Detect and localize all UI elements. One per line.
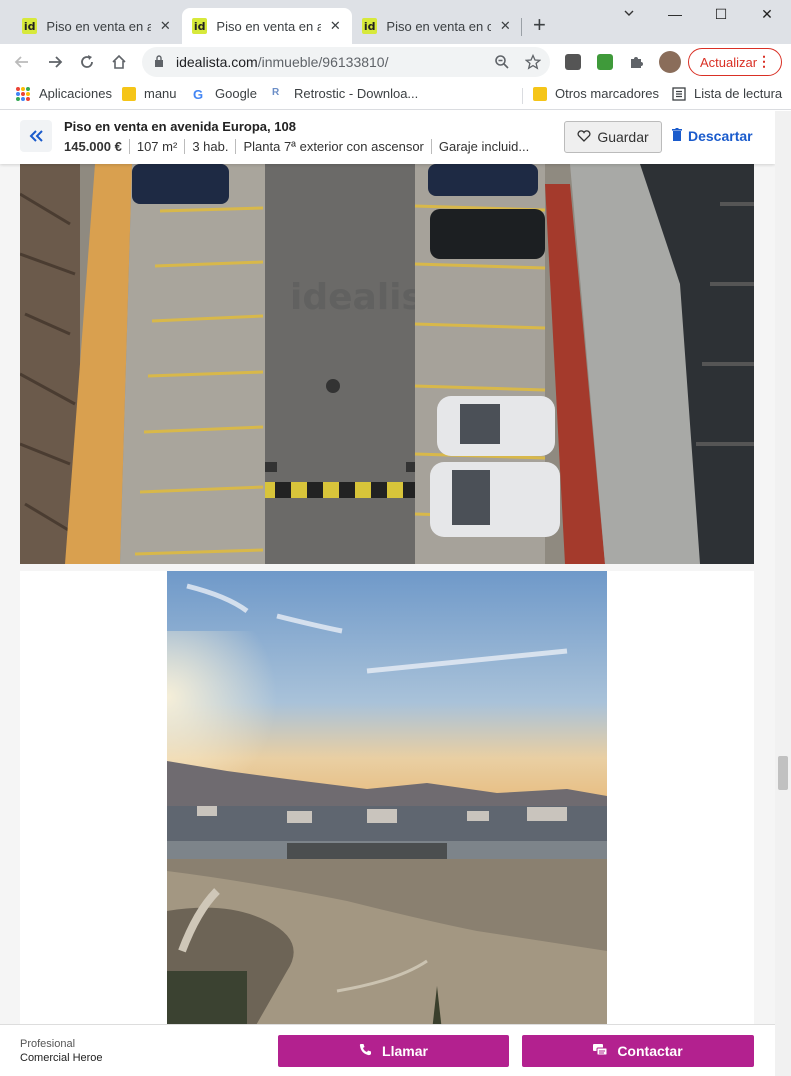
bookmark-star-icon[interactable] xyxy=(521,50,545,74)
listing-price: 145.000 € xyxy=(64,139,122,154)
update-label: Actualizar xyxy=(700,54,758,70)
advertiser-type: Profesional xyxy=(20,1038,76,1050)
url-host: idealista.com xyxy=(176,54,258,70)
listing-title: Piso en venta en avenida Europa, 108 xyxy=(64,119,296,134)
bookmark-google[interactable]: G Google xyxy=(193,86,257,102)
zoom-icon[interactable] xyxy=(490,50,514,74)
home-icon[interactable] xyxy=(107,50,131,74)
page-viewport[interactable]: Piso en venta en avenida Europa, 108 145… xyxy=(0,111,775,1076)
listing-rooms: 3 hab. xyxy=(184,139,235,154)
google-icon: G xyxy=(193,86,204,102)
new-tab-button[interactable]: + xyxy=(533,14,546,36)
minimize-button[interactable]: — xyxy=(665,6,685,22)
contact-button[interactable]: Contactar xyxy=(522,1035,754,1067)
tab-3[interactable]: id Piso en venta en calle ✕ xyxy=(352,8,522,44)
close-icon[interactable]: ✕ xyxy=(499,18,513,34)
back-double-chevron-icon[interactable] xyxy=(20,120,52,152)
back-arrow-icon[interactable] xyxy=(10,50,34,74)
bookmark-label: Lista de lectura xyxy=(694,86,783,101)
listing-area: 107 m² xyxy=(128,139,184,154)
idealista-favicon-icon: id xyxy=(192,18,208,34)
close-window-button[interactable]: ✕ xyxy=(757,6,777,23)
reading-list-icon xyxy=(672,86,686,101)
forward-arrow-icon[interactable] xyxy=(43,50,67,74)
browser-toolbar: idealista.com/inmueble/96133810/ Actuali… xyxy=(0,44,791,80)
listing-photo-sunset[interactable] xyxy=(167,571,607,1076)
listing-sticky-header: Piso en venta en avenida Europa, 108 145… xyxy=(0,111,775,164)
extension-zero-icon[interactable] xyxy=(565,54,581,70)
listing-photo-card xyxy=(20,571,754,1076)
bookmarks-bar: Aplicaciones manu G Google R Retrostic -… xyxy=(0,80,791,110)
address-bar[interactable]: idealista.com/inmueble/96133810/ xyxy=(142,47,550,77)
tab-title: Piso en venta en calle xyxy=(386,18,491,34)
reload-icon[interactable] xyxy=(75,50,99,74)
extension-green-icon[interactable] xyxy=(597,54,613,70)
bookmark-separator xyxy=(522,88,523,104)
apps-grid-icon xyxy=(16,86,30,101)
save-label: Guardar xyxy=(597,129,649,145)
tab-strip: id Piso en venta en avenida Europa, 108 … xyxy=(0,0,791,44)
listing-summary: 145.000 € 107 m² 3 hab. Planta 7ª exteri… xyxy=(64,139,536,154)
listing-garage: Garaje incluid... xyxy=(430,139,536,154)
bookmark-manu[interactable]: manu xyxy=(122,86,177,101)
bookmark-label: Otros marcadores xyxy=(555,86,660,101)
trash-icon xyxy=(672,128,682,144)
tab-1[interactable]: id Piso en venta en avenida Europa, 108 … xyxy=(12,8,182,44)
contact-bar: Profesional Comercial Heroe Llamar Conta… xyxy=(0,1024,775,1076)
tab-title: Piso en venta en avenida Europa, 108 xyxy=(216,18,321,34)
phone-icon xyxy=(359,1043,372,1059)
advertiser-name: Comercial Heroe xyxy=(20,1052,103,1064)
heart-icon xyxy=(577,129,591,145)
maximize-button[interactable]: ☐ xyxy=(711,6,731,23)
chat-icon xyxy=(593,1043,608,1059)
folder-icon xyxy=(122,86,136,101)
extensions-puzzle-icon[interactable] xyxy=(624,50,648,74)
bookmark-label: Google xyxy=(215,86,257,101)
menu-dots-icon[interactable]: ⋮ xyxy=(757,53,771,70)
call-button[interactable]: Llamar xyxy=(278,1035,509,1067)
bookmark-retrostic[interactable]: R Retrostic - Downloa... xyxy=(272,86,418,101)
profile-avatar[interactable] xyxy=(659,51,681,73)
call-label: Llamar xyxy=(382,1043,428,1059)
bookmark-label: Aplicaciones xyxy=(39,86,112,101)
tab-separator xyxy=(521,18,522,36)
bookmark-label: manu xyxy=(144,86,177,101)
tab-2-active[interactable]: id Piso en venta en avenida Europa, 108 … xyxy=(182,8,352,44)
bookmark-reading-list[interactable]: Lista de lectura xyxy=(672,86,782,101)
close-icon[interactable]: ✕ xyxy=(159,18,173,34)
bookmark-apps[interactable]: Aplicaciones xyxy=(16,86,112,101)
folder-icon xyxy=(533,86,547,101)
discard-button[interactable]: Descartar xyxy=(672,128,753,144)
url-path: /inmueble/96133810/ xyxy=(257,54,389,70)
save-button[interactable]: Guardar xyxy=(564,121,662,153)
update-button[interactable]: Actualizar ⋮ xyxy=(688,48,782,76)
idealista-favicon-icon: id xyxy=(22,18,38,34)
listing-floor: Planta 7ª exterior con ascensor xyxy=(235,139,430,154)
tab-title: Piso en venta en avenida Europa, 108 xyxy=(46,18,151,34)
page-scrollbar[interactable] xyxy=(775,111,791,1076)
bookmark-other[interactable]: Otros marcadores xyxy=(533,86,659,101)
discard-label: Descartar xyxy=(688,128,753,144)
listing-photo-parking[interactable]: idealista xyxy=(20,164,754,564)
lock-icon xyxy=(154,54,164,70)
tab-search-chevron-icon[interactable] xyxy=(619,6,639,22)
close-icon[interactable]: ✕ xyxy=(329,18,343,34)
bookmark-label: Retrostic - Downloa... xyxy=(294,86,419,101)
contact-label: Contactar xyxy=(617,1043,683,1059)
idealista-favicon-icon: id xyxy=(362,18,378,34)
retrostic-icon: R xyxy=(272,86,280,98)
scrollbar-thumb[interactable] xyxy=(778,756,788,790)
